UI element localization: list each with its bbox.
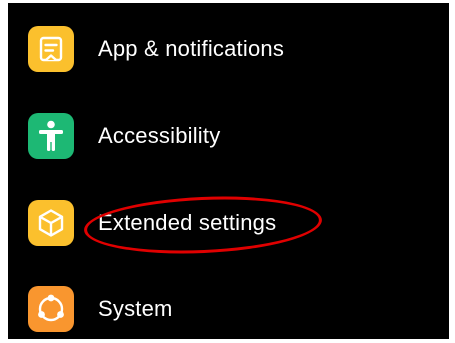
app-notifications-icon — [28, 26, 74, 72]
settings-screen: App & notifications Accessibility Extend… — [8, 3, 449, 339]
settings-item-label: Extended settings — [98, 210, 277, 235]
settings-item-app-notifications[interactable]: App & notifications — [8, 6, 449, 90]
settings-item-system[interactable]: System — [8, 266, 449, 339]
settings-item-accessibility[interactable]: Accessibility — [8, 93, 449, 177]
settings-item-extended-settings[interactable]: Extended settings — [8, 180, 449, 264]
system-icon — [28, 286, 74, 332]
settings-item-label: System — [98, 296, 173, 321]
settings-item-label: App & notifications — [98, 36, 285, 61]
settings-item-label: Accessibility — [98, 123, 221, 148]
extended-settings-icon — [28, 200, 74, 246]
accessibility-icon — [28, 113, 74, 159]
